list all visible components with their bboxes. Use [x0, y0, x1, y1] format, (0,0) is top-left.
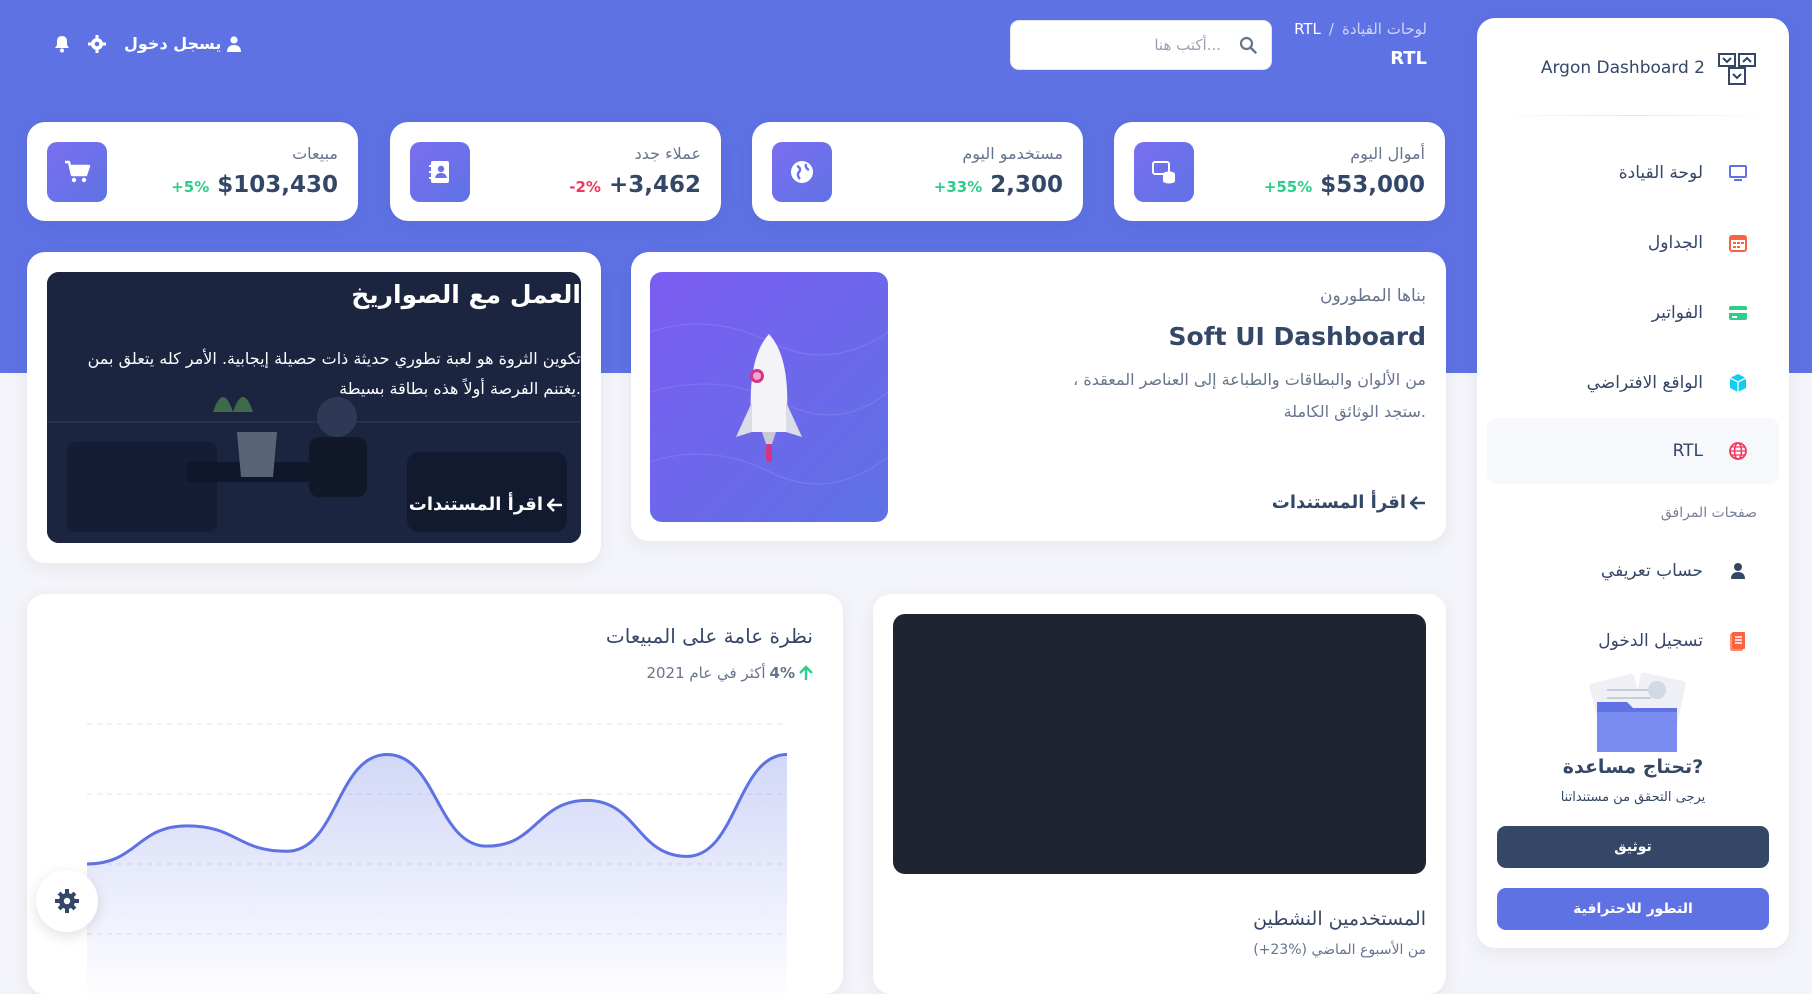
sales-change: 4%: [769, 664, 795, 682]
breadcrumb-parent[interactable]: لوحات القيادة: [1342, 20, 1427, 38]
card-title: Soft UI Dashboard: [1168, 322, 1426, 351]
database-icon: [1134, 142, 1194, 202]
sign-in-label: يسجل دخول: [124, 34, 222, 53]
sidebar-item-tables[interactable]: الجداول: [1487, 210, 1779, 276]
stat-value: $103,430: [217, 172, 338, 198]
sidebar-item-virtual-reality[interactable]: الواقع الافتراضي: [1487, 350, 1779, 416]
world-icon: [1727, 440, 1749, 462]
active-users-subtitle-text: من الأسبوع الماضي: [1311, 942, 1426, 958]
credit-card-icon: [1727, 302, 1749, 324]
tv-icon: [1727, 162, 1749, 184]
sales-overview-card: نظرة عامة على المبيعات أكثر في عام 2021 …: [27, 594, 843, 994]
globe-icon: [772, 142, 832, 202]
rocket-icon: [650, 323, 888, 485]
arrow-left-icon: [547, 497, 562, 512]
breadcrumb: RTL / لوحات القيادة: [1294, 20, 1427, 38]
sales-line-chart: [86, 723, 788, 994]
read-docs-label: اقرأ المستندات: [1271, 492, 1406, 513]
stat-value: $53,000: [1320, 172, 1425, 198]
stat-title: أموال اليوم: [1350, 144, 1425, 163]
rocket-illustration: [650, 272, 888, 522]
calendar-grid-icon: [1727, 232, 1749, 254]
stat-card-sales: مبيعات +5% $103,430: [27, 122, 358, 221]
sidebar-item-label: الجداول: [1647, 233, 1703, 253]
stat-card-new-clients: عملاء جدد -2% +3,462: [390, 122, 721, 221]
help-subtitle: يرجى التحقق من مستنداتنا: [1560, 790, 1706, 805]
page-title: RTL: [1390, 48, 1427, 69]
settings-fab[interactable]: [36, 870, 98, 932]
rockets-card-title: العمل مع الصواريخ: [351, 280, 581, 309]
stat-change: +5%: [171, 178, 210, 196]
gear-icon: [55, 889, 79, 913]
sidebar-item-label: RTL: [1672, 441, 1703, 461]
stat-change: +33%: [933, 178, 983, 196]
user-icon: [1727, 560, 1749, 582]
user-icon: [227, 35, 242, 52]
cube-icon: [1727, 372, 1749, 394]
sidebar-item-profile[interactable]: حساب تعريفي: [1487, 538, 1779, 604]
brand-logo-icon: [1718, 53, 1756, 85]
built-by-developers-card: بناها المطورون Soft UI Dashboard من الأل…: [631, 252, 1446, 541]
active-users-subtitle: (+23%) من الأسبوع الماضي: [1253, 942, 1426, 958]
sidebar-item-label: تسجيل الدخول: [1598, 631, 1703, 651]
header-tools: يسجل دخول: [54, 34, 242, 53]
stat-title: مستخدمو اليوم: [962, 144, 1063, 163]
sign-in-link[interactable]: يسجل دخول: [124, 34, 242, 53]
arrow-left-icon: [1410, 495, 1425, 510]
stat-change: +55%: [1263, 178, 1313, 196]
sidebar-item-sign-in[interactable]: تسجيل الدخول: [1487, 608, 1779, 674]
contacts-icon: [410, 142, 470, 202]
cart-icon: [47, 142, 107, 202]
active-users-change: (+23%): [1253, 942, 1307, 958]
rockets-card-description: تكوين الثروة هو لعبة تطوري حديثة ذات حصي…: [87, 349, 581, 398]
search-icon: [1239, 36, 1257, 54]
gear-icon[interactable]: [88, 34, 106, 53]
search-box[interactable]: أكتب هنا...: [1010, 20, 1272, 70]
sales-change-text: أكثر في عام 2021: [646, 664, 766, 682]
stat-card-today-money: أموال اليوم +55% $53,000: [1114, 122, 1445, 221]
read-docs-label: اقرأ المستندات: [408, 494, 543, 515]
bell-icon[interactable]: [54, 35, 70, 53]
sales-area: [87, 754, 787, 994]
sidebar-item-label: لوحة القيادة: [1618, 163, 1703, 183]
active-users-card: المستخدمين النشطين (+23%) من الأسبوع الم…: [873, 594, 1446, 994]
sidebar-item-label: حساب تعريفي: [1600, 561, 1703, 581]
sales-title: نظرة عامة على المبيعات: [605, 624, 813, 648]
active-users-chart: [893, 614, 1426, 874]
sidebar-item-label: الواقع الافتراضي: [1586, 373, 1703, 393]
stat-card-today-users: مستخدمو اليوم +33% 2,300: [752, 122, 1083, 221]
stat-title: مبيعات: [292, 144, 338, 163]
stat-change: -2%: [569, 178, 601, 196]
sidebar-divider: [1497, 115, 1769, 116]
read-docs-link[interactable]: اقرأ المستندات: [409, 494, 563, 515]
work-with-rockets-card: العمل مع الصواريخ تكوين الثروة هو لعبة ت…: [27, 252, 601, 563]
sales-subtitle: أكثر في عام 2021 4%: [646, 664, 813, 682]
read-docs-link[interactable]: اقرأ المستندات: [1272, 492, 1426, 513]
active-users-title: المستخدمين النشطين: [1253, 908, 1426, 930]
breadcrumb-separator: /: [1328, 20, 1334, 38]
stat-value: 2,300: [990, 172, 1063, 198]
sidebar-item-dashboard[interactable]: لوحة القيادة: [1487, 140, 1779, 206]
sidebar-section-title: صفحات المرافق: [1660, 505, 1757, 521]
card-description: من الألوان والبطاقات والطباعة إلى العناص…: [1073, 370, 1426, 421]
search-input[interactable]: أكتب هنا...: [1154, 36, 1221, 54]
documentation-folder-icon: [1589, 672, 1686, 752]
document-icon: [1727, 630, 1749, 652]
upgrade-to-pro-button[interactable]: التطور للاحترافية: [1497, 888, 1769, 930]
stat-title: عملاء جدد: [634, 144, 701, 163]
documentation-button[interactable]: توثيق: [1497, 826, 1769, 868]
sidebar-item-label: الفواتير: [1651, 303, 1703, 323]
help-title: تحتاج مساعدة?: [1562, 756, 1704, 778]
breadcrumb-current: RTL: [1294, 20, 1321, 38]
sidebar-item-billing[interactable]: الفواتير: [1487, 280, 1779, 346]
sidebar: Argon Dashboard 2 لوحة القيادة الجداول ا…: [1477, 18, 1789, 948]
sidebar-item-rtl[interactable]: RTL: [1487, 418, 1779, 484]
stat-value: +3,462: [608, 172, 701, 198]
card-subtitle: بناها المطورون: [1320, 286, 1426, 306]
brand-name: Argon Dashboard 2: [1540, 58, 1705, 78]
brand[interactable]: Argon Dashboard 2: [1541, 48, 1757, 88]
arrow-up-icon: [799, 665, 813, 680]
